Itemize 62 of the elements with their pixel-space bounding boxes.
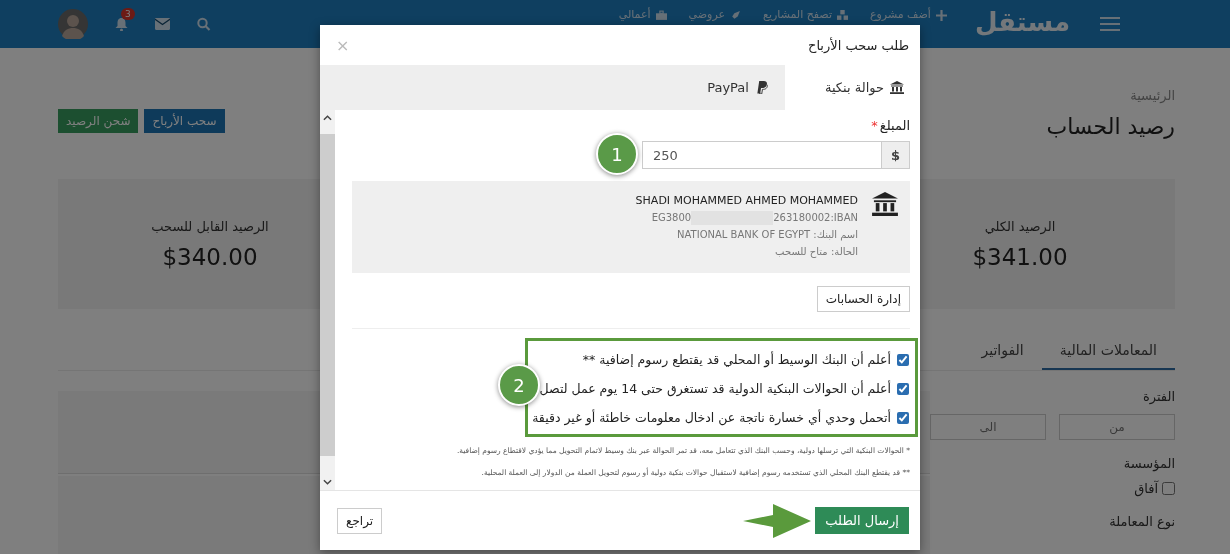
step-badge: 2: [498, 364, 540, 406]
checkbox-label: أتحمل وحدي أي خسارة ناتجة عن ادخال معلومات خاطئة أو غير دقيقة: [532, 410, 891, 425]
scrollbar[interactable]: [320, 110, 335, 490]
modal-title: طلب سحب الأرباح: [808, 37, 909, 53]
account-holder: SHADI MOHAMMED AHMED MOHAMMED: [635, 193, 858, 209]
step-badge: 1: [596, 133, 638, 175]
balance-label: الرصيد الكلي: [984, 218, 1056, 234]
nav-link[interactable]: تصفح المشاريع: [763, 8, 848, 22]
action-button[interactable]: سحب الأرباح: [144, 109, 225, 133]
currency-addon: $: [882, 141, 910, 169]
search-icon[interactable]: [196, 17, 211, 31]
checkbox[interactable]: [1162, 482, 1175, 495]
checkbox-label: أعلم أن البنك الوسيط أو المحلي قد يقتطع رسوم إضافية **: [582, 352, 891, 367]
bank-icon: [890, 81, 904, 94]
tab[interactable]: الفواتير: [963, 332, 1042, 370]
iban-number: EG3800: [651, 211, 692, 225]
bank-name: اسم البنك: NATIONAL BANK OF EGYPT: [676, 228, 858, 243]
iban-label: IBAN:: [830, 211, 858, 225]
checkbox[interactable]: [897, 382, 909, 395]
filter-label: نوع المعاملة: [1108, 514, 1175, 529]
filter-label: الفترة: [1141, 389, 1175, 404]
nav-link[interactable]: أعمالي: [618, 8, 667, 22]
tab[interactable]: المعاملات المالية: [1041, 332, 1175, 370]
to-date-field[interactable]: الى: [930, 414, 1046, 440]
scroll-down-icon[interactable]: [323, 479, 332, 485]
rocket-icon: [730, 9, 742, 21]
balance-amount: $340.00: [162, 243, 258, 270]
manage-accounts-button[interactable]: إدارة الحسابات: [816, 286, 910, 312]
avatar[interactable]: [58, 9, 88, 39]
menu-icon[interactable]: [1100, 17, 1120, 31]
filter-label: المؤسسة: [1122, 456, 1175, 471]
tab[interactable]: PayPal: [667, 65, 785, 110]
briefcase-icon: [655, 9, 667, 21]
envelope-icon[interactable]: [155, 17, 170, 31]
account-status: الحالة: متاح للسحب: [774, 245, 858, 260]
cubes-icon: [836, 9, 848, 21]
action-button[interactable]: شحن الرصيد: [58, 109, 139, 133]
back-button[interactable]: تراجع: [337, 507, 383, 534]
arrow-icon: [743, 503, 812, 538]
scroll-up-icon[interactable]: [323, 115, 332, 121]
checkbox-label: أعلم أن الحوالات البنكية الدولية قد تستغرق حتى 14 يوم عمل لتصل: [539, 381, 891, 396]
from-date-field[interactable]: من: [1059, 414, 1175, 440]
plus-icon: [935, 9, 947, 21]
tab[interactable]: حوالة بنكية: [784, 65, 920, 110]
balance-amount: $341.00: [972, 243, 1068, 270]
iban-number: 263180002: [773, 211, 831, 225]
checkbox[interactable]: [897, 411, 909, 424]
paypal-icon: [754, 81, 769, 94]
notification-badge: 3: [121, 8, 135, 20]
bell-icon[interactable]: [114, 17, 129, 31]
bank-icon: [872, 192, 898, 216]
amount-field[interactable]: 250: [642, 141, 882, 169]
checkbox[interactable]: [897, 353, 909, 366]
checkbox-label: آفاق: [1134, 481, 1158, 496]
submit-button[interactable]: إرسال الطلب: [815, 507, 909, 534]
nav-link[interactable]: أضف مشروع: [869, 8, 947, 22]
page-title: رصيد الحساب: [1046, 114, 1175, 139]
nav-link[interactable]: عروضي: [688, 8, 742, 22]
balance-label: الرصيد القابل للسحب: [151, 218, 269, 234]
close-button[interactable]: ×: [336, 35, 350, 55]
logo[interactable]: مستقل: [974, 7, 1070, 37]
amount-label: المبلغ*: [870, 118, 910, 133]
